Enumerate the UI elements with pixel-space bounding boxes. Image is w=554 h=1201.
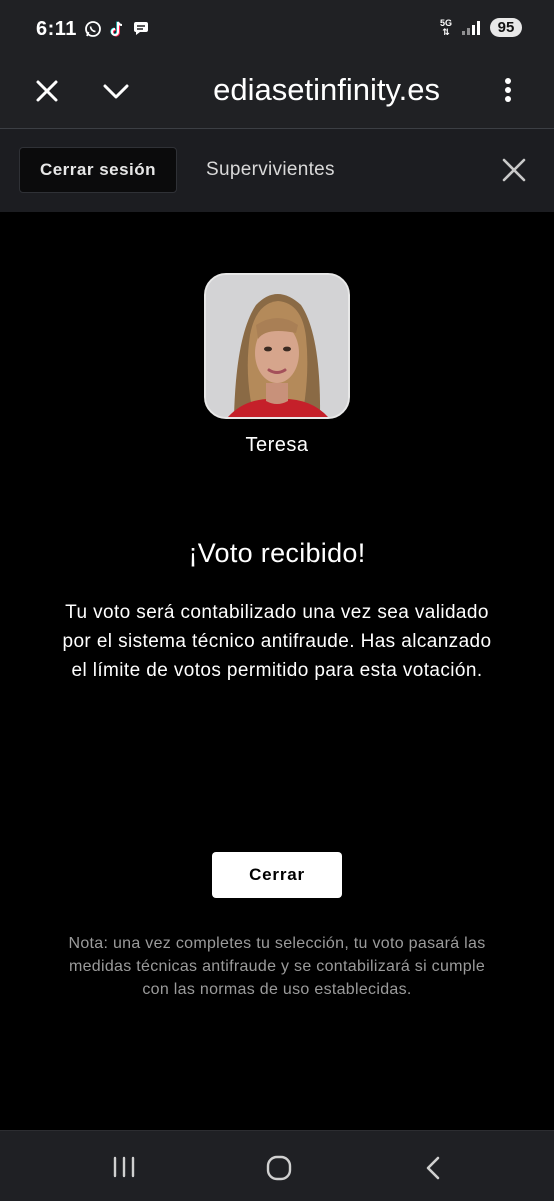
status-indicators: 5G ⇅ 95	[440, 18, 522, 37]
contestant-name: Teresa	[245, 434, 309, 456]
network-indicator: 5G ⇅	[440, 18, 452, 37]
status-bar: 6:11 5G ⇅ 95	[0, 0, 554, 60]
close-button[interactable]: Cerrar	[212, 852, 342, 898]
chat-icon	[132, 20, 150, 38]
vote-confirmation-message: Tu voto será contabilizado una vez sea v…	[62, 602, 492, 681]
notification-icons	[84, 20, 150, 38]
chevron-down-icon[interactable]	[100, 75, 132, 107]
data-arrows-icon: ⇅	[442, 26, 450, 37]
home-icon[interactable]	[265, 1155, 293, 1181]
url-field[interactable]: ediasetinfinity.es	[170, 70, 440, 110]
antifraud-note: Nota: una vez completes tu selección, tu…	[68, 935, 486, 998]
site-header: Cerrar sesión Supervivientes	[0, 129, 554, 212]
close-icon[interactable]	[31, 75, 63, 107]
more-vert-icon[interactable]	[492, 74, 524, 106]
url-text: ediasetinfinity.es	[213, 72, 440, 107]
vote-confirmation-title: ¡Voto recibido!	[188, 538, 366, 568]
contestant-avatar	[204, 273, 350, 419]
recent-apps-icon[interactable]	[111, 1156, 137, 1178]
back-icon[interactable]	[422, 1155, 444, 1181]
contestant-photo	[206, 275, 348, 417]
url-fade	[170, 70, 192, 110]
page-title: Supervivientes	[206, 159, 335, 180]
status-time: 6:11	[36, 18, 77, 40]
logout-button[interactable]: Cerrar sesión	[19, 147, 177, 193]
whatsapp-icon	[84, 20, 102, 38]
tiktok-icon	[108, 20, 126, 38]
battery-level: 95	[490, 18, 522, 37]
system-navigation-bar	[0, 1130, 554, 1201]
signal-icon	[462, 20, 480, 35]
close-icon[interactable]	[498, 154, 530, 186]
browser-toolbar: ediasetinfinity.es	[0, 60, 554, 129]
